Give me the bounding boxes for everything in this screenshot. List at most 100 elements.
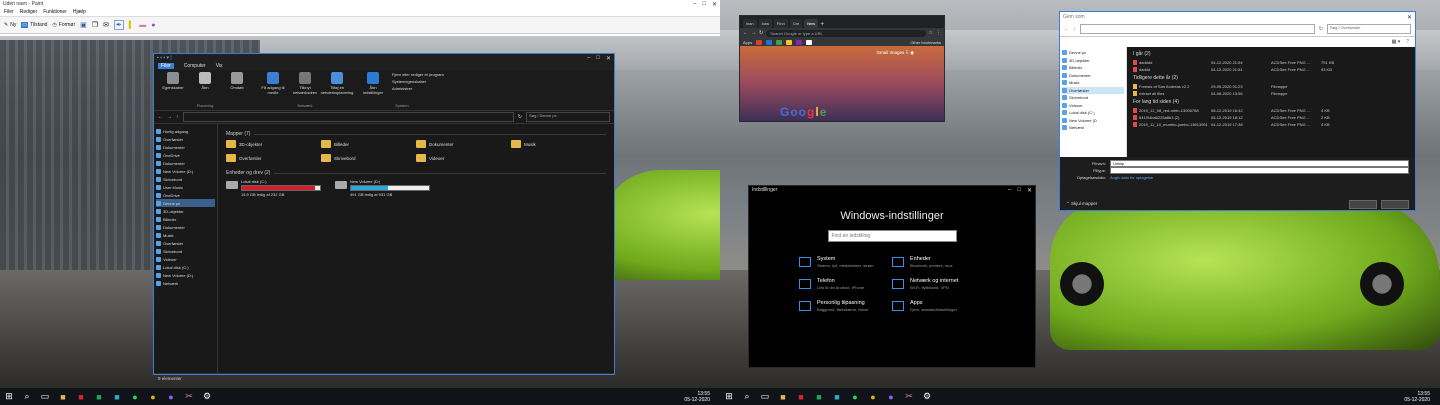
rename-button[interactable]: Omdøb xyxy=(224,72,250,90)
folder-item[interactable]: Musik xyxy=(511,140,606,148)
nav-item[interactable]: Netværk xyxy=(156,279,215,287)
tab-view[interactable]: Vis xyxy=(216,63,223,69)
nav-item[interactable]: Skrivebord xyxy=(156,175,215,183)
settings-category[interactable]: Apps Fjern, standardindstillinger xyxy=(892,300,985,312)
maximize-icon[interactable]: □ xyxy=(702,1,706,8)
minimize-icon[interactable]: – xyxy=(1008,187,1011,194)
file-group-header[interactable]: I går (2) xyxy=(1133,51,1409,57)
file-group-header[interactable]: For lang tid siden (4) xyxy=(1133,99,1409,105)
spotify-icon[interactable]: ● xyxy=(848,390,862,404)
nav-item[interactable]: Overførsler xyxy=(156,135,215,143)
nav-item[interactable]: New Volume (D xyxy=(1062,117,1124,125)
help-icon[interactable]: ? xyxy=(1406,39,1409,45)
clock[interactable]: 13:55 05-12-2020 xyxy=(1404,391,1430,403)
app-green-icon[interactable]: ■ xyxy=(92,390,106,404)
highlighter-icon[interactable]: ▍ xyxy=(129,21,134,29)
forward-icon[interactable]: → xyxy=(751,30,756,36)
file-explorer-icon[interactable]: ■ xyxy=(776,390,790,404)
new-button[interactable]: ✎ Ny xyxy=(4,22,16,28)
nav-item[interactable]: New Volume (D:) xyxy=(156,167,215,175)
apps-grid-icon[interactable]: ⠿ xyxy=(906,50,909,55)
app-purple-icon[interactable]: ● xyxy=(884,390,898,404)
nav-item[interactable]: Skrivebord xyxy=(156,247,215,255)
nav-item[interactable]: New Volume (D:) xyxy=(156,271,215,279)
nav-item[interactable]: OneDrive xyxy=(156,151,215,159)
file-group-header[interactable]: Tidligere dette år (2) xyxy=(1133,75,1409,81)
folder-item[interactable]: Dokumenter xyxy=(416,140,511,148)
map-drive-button[interactable]: Tilknyt netværksdrev xyxy=(292,72,318,95)
settings-category[interactable]: Netværk og internet Wi-Fi, flytilstand, V… xyxy=(892,278,985,290)
chrome-tab[interactable]: inan xyxy=(743,19,757,28)
file-row[interactable]: 641f94ba6225a8b3 (2) 05-12-2019 18:12 ACDS… xyxy=(1133,114,1409,121)
nav-item[interactable]: Videoer xyxy=(156,255,215,263)
dialog-search-input[interactable]: Søg i Overførsler xyxy=(1327,24,1411,34)
tab-file[interactable]: Filer xyxy=(158,63,174,69)
hide-folders-toggle[interactable]: ⌃ Skjul mapper xyxy=(1066,201,1097,207)
file-row[interactable]: extract all files 04-08-2020 13:56 Filmapp… xyxy=(1133,90,1409,97)
nav-item[interactable]: OneDrive xyxy=(156,191,215,199)
file-row[interactable]: 2019_12_08_red-robin-13006768 08-12-2019 … xyxy=(1133,107,1409,114)
new-tab-icon[interactable]: + xyxy=(820,21,824,28)
file-explorer-icon[interactable]: ■ xyxy=(56,390,70,404)
folder-item[interactable]: Videoer xyxy=(416,154,511,162)
nav-item[interactable]: Lokal disk (C:) xyxy=(1062,109,1124,117)
bookmark-icon[interactable] xyxy=(756,39,763,45)
file-row[interactable]: daddd 04-12-2020 21:51 ACDSee Free PNG ...… xyxy=(1133,66,1409,73)
properties-button[interactable]: Egenskaber xyxy=(160,72,186,90)
back-icon[interactable]: ← xyxy=(743,30,748,36)
settings-category[interactable]: System Skærm, lyd, meddelelser, strøm xyxy=(799,256,892,268)
cancel-button[interactable] xyxy=(1381,199,1409,209)
nav-item[interactable]: User Music xyxy=(156,183,215,191)
clock[interactable]: 13:55 05-12-2020 xyxy=(684,391,710,403)
settings-titlebar[interactable]: Indstillinger – □ ✕ xyxy=(749,186,1035,194)
drives-group-header[interactable]: Enheder og drev (2) xyxy=(226,170,606,176)
uninstall-program-link[interactable]: Fjern eller rediger et program xyxy=(392,72,444,77)
tab-computer[interactable]: Computer xyxy=(184,63,206,69)
paint-titlebar[interactable]: Uden navn - Paint – □ ✕ xyxy=(0,0,720,8)
file-row[interactable]: 2019_11_10_mumbo-jumbo-13613991 04-12-201… xyxy=(1133,121,1409,128)
bookmark-icon[interactable] xyxy=(786,39,793,45)
bookmark-icon[interactable] xyxy=(766,39,773,45)
delay-button[interactable]: ◷ Formør xyxy=(52,22,75,28)
up-icon[interactable]: ↑ xyxy=(176,114,179,120)
dialog-titlebar[interactable]: Gem som ✕ xyxy=(1060,12,1415,22)
nav-item[interactable]: Dokumenter xyxy=(1062,72,1124,80)
google-doodle[interactable]: Google xyxy=(780,105,827,119)
dialog-address-field[interactable] xyxy=(1079,24,1315,34)
system-properties-link[interactable]: Systemegenskaber xyxy=(392,79,444,84)
nav-item[interactable]: Hurtig adgang xyxy=(156,127,215,135)
menu-edit[interactable]: Rediger xyxy=(20,9,38,15)
snip-icon[interactable]: ✂ xyxy=(902,390,916,404)
nav-item[interactable]: Skrivebord xyxy=(1062,94,1124,102)
file-row[interactable]: dadddd 04-12-2020 21:54 ACDSee Free PNG ..… xyxy=(1133,59,1409,66)
minimize-icon[interactable]: – xyxy=(587,55,590,62)
filetype-select[interactable] xyxy=(1110,167,1409,174)
folder-item[interactable]: Overførsler xyxy=(226,154,321,162)
mode-button[interactable]: ▭ Tilstand xyxy=(21,22,47,28)
settings-gear-icon[interactable]: ⚙ xyxy=(200,390,214,404)
search-input[interactable]: Søg i Denne pc xyxy=(526,112,610,122)
pen-icon[interactable]: ✒ xyxy=(113,20,124,30)
spotify-icon[interactable]: ● xyxy=(128,390,142,404)
other-bookmarks[interactable]: Other bookmarks xyxy=(910,40,941,45)
copy-icon[interactable]: ❐ xyxy=(92,21,98,29)
snip-icon[interactable]: ✂ xyxy=(182,390,196,404)
refresh-icon[interactable]: ↻ xyxy=(518,114,522,120)
close-icon[interactable]: ✕ xyxy=(712,1,717,8)
task-view-icon[interactable]: ▭ xyxy=(38,390,52,404)
explorer-titlebar[interactable]: ▪ ▪ ▪ ▾ | – □ ✕ xyxy=(154,54,614,62)
settings-gear-icon[interactable]: ⚙ xyxy=(920,390,934,404)
open-button[interactable]: Åbn xyxy=(192,72,218,90)
send-icon[interactable]: ✉ xyxy=(103,21,109,29)
app-red-icon[interactable]: ■ xyxy=(794,390,808,404)
settings-search-input[interactable]: Find en indstilling xyxy=(827,230,957,242)
windows-start-icon[interactable]: ⊞ xyxy=(2,390,16,404)
folder-item[interactable]: Skrivebord xyxy=(321,154,416,162)
refresh-icon[interactable]: ↻ xyxy=(1319,26,1323,32)
nav-item[interactable]: Billeder xyxy=(1062,64,1124,72)
windows-start-icon[interactable]: ⊞ xyxy=(722,390,736,404)
nav-item[interactable]: 3D-objekter xyxy=(1062,57,1124,65)
chrome-icon[interactable]: ● xyxy=(146,390,160,404)
view-options-icon[interactable]: ▦ ▾ xyxy=(1392,39,1401,45)
chrome-tab[interactable]: lobs xyxy=(758,19,772,28)
